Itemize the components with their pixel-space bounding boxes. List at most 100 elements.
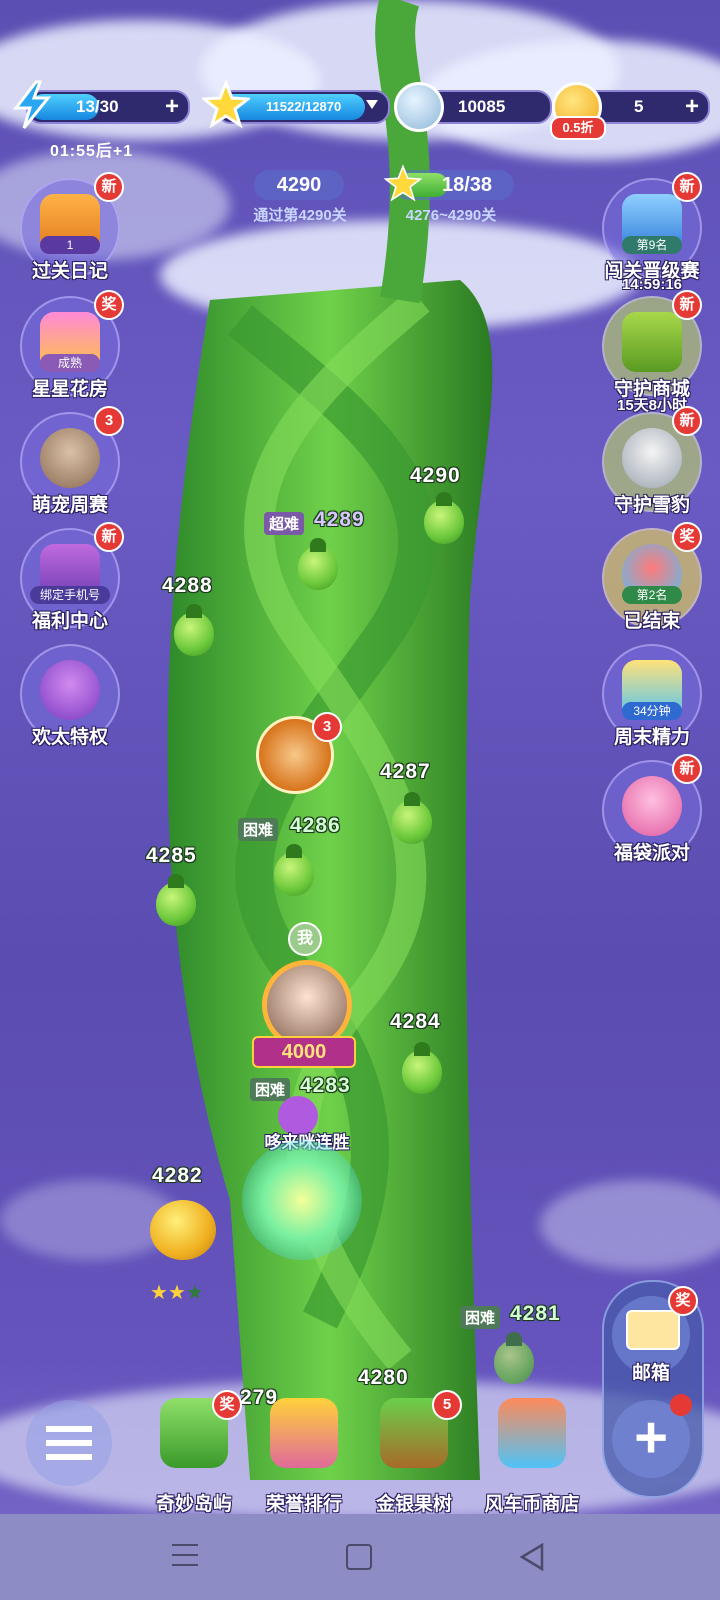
new-badge: 新 [94,172,124,202]
shop-stall-icon [498,1398,566,1468]
level-4287-node[interactable] [392,792,432,844]
level-4290-node[interactable] [424,492,464,544]
new-badge: 新 [94,522,124,552]
wonder-island-label: 奇妙岛屿 [155,1494,232,1515]
level-4285-node[interactable] [156,874,196,926]
count-badge: 3 [94,406,124,436]
notification-dot [670,1394,692,1416]
weekend-energy-button[interactable]: 34分钟 周末精力 [602,644,702,748]
star-range: 4276~4290关 [405,207,497,224]
home-button[interactable] [346,1544,372,1570]
reward-badge: 奖 [212,1390,242,1420]
welfare-center-button[interactable]: 绑定手机号 福利中心 新 [20,522,124,632]
add-energy-button[interactable]: + [160,95,184,119]
level-4284-node[interactable] [402,1042,442,1094]
hamburger-icon [46,1426,92,1460]
guard-leopard-button[interactable]: 守护雪豹 新 [602,406,702,516]
pet-weekly-button[interactable]: 萌宠周赛 3 [20,406,124,516]
level-4290-label: 4290 [410,464,461,487]
bind-phone-tag: 绑定手机号 [30,586,110,604]
discount-badge: 0.5折 [550,116,606,140]
level-4286-label: 4286 [290,814,341,837]
star-greenhouse-button[interactable]: 成熟 星星花房 奖 [20,290,124,400]
difficulty-tag: 困难 [460,1306,501,1329]
chevron-down-icon [366,100,378,109]
current-level-glow[interactable] [242,1140,362,1260]
expand-button[interactable]: + [612,1394,692,1478]
level-4288-node[interactable] [174,604,214,656]
level-4289-label: 4289 [314,508,365,531]
level-4289-node[interactable] [298,538,338,590]
level-4281-label: 4281 [510,1302,561,1325]
level-4286-node[interactable] [274,844,314,896]
honor-ranking-button[interactable]: 荣誉排行 [256,1398,352,1515]
guard-leopard-label: 守护雪豹 [613,495,690,516]
new-badge: 新 [672,290,702,320]
heytap-privilege-label: 欢太特权 [31,727,108,748]
menu-icon [172,1544,198,1566]
energy-timer: 01:55后+1 [50,143,134,160]
star-progress-value: 18/38 [441,174,493,196]
rank-tag: 第9名 [622,236,682,254]
guardian-shop-button[interactable]: 守护商城 15天8小时 新 [602,290,702,414]
envelope-icon [626,1310,680,1350]
recent-apps-button[interactable] [172,1544,202,1570]
tokens-value: 5 [634,97,644,116]
snow-leopard-icon [622,428,682,488]
money-tree-button[interactable]: 金银果树 5 [366,1390,462,1515]
windmill-shop-label: 风车币商店 [484,1494,580,1515]
star-icon [202,80,250,128]
difficulty-tag: 困难 [250,1078,291,1101]
lightning-icon [12,80,52,129]
star-icon: ★ [167,1282,186,1304]
level-4282-node[interactable] [150,1200,216,1260]
chest-count-badge: 3 [312,712,342,742]
back-button[interactable] [518,1542,546,1577]
lucky-bag-label: 福袋派对 [613,843,690,864]
windmill-coin-icon [394,82,444,132]
owl-icon [40,660,100,720]
level-4281-node[interactable] [494,1332,534,1384]
pet-weekly-label: 萌宠周赛 [31,495,108,516]
greenhouse-tag: 成熟 [40,354,100,372]
lucky-bag-button[interactable]: 福袋派对 新 [602,754,702,864]
reward-badge: 奖 [672,522,702,552]
ended-event-label: 已结束 [623,611,681,632]
level-promotion-button[interactable]: 第9名 闯关晋级赛 14:59:16 新 [602,172,702,293]
level-4285-label: 4285 [146,844,197,867]
level-4284-label: 4284 [390,1010,441,1033]
money-tree-label: 金银果树 [375,1494,452,1515]
new-badge: 新 [672,172,702,202]
level-diary-label: 过关日记 [31,261,108,282]
mailbox-label: 邮箱 [631,1363,670,1384]
welfare-center-label: 福利中心 [31,611,108,632]
level-4288-label: 4288 [162,574,213,597]
star-greenhouse-label: 星星花房 [31,379,108,400]
shop-bag-icon [622,312,682,372]
reward-badge: 奖 [668,1286,698,1316]
new-badge: 新 [672,406,702,436]
back-icon [519,1542,544,1572]
new-badge: 新 [672,754,702,784]
count-badge: 5 [432,1390,462,1420]
star-icon [384,164,422,202]
coins-value: 10085 [458,97,506,116]
add-tokens-button[interactable]: + [680,95,704,119]
mailbox-button[interactable]: 邮箱 奖 [612,1286,698,1384]
ended-event-button[interactable]: 第2名 已结束 奖 [602,522,702,632]
level-4287-label: 4287 [380,760,431,783]
level-diary-button[interactable]: 1 过关日记 新 [20,172,124,282]
wonder-island-button[interactable]: 奇妙岛屿 奖 [146,1390,242,1515]
timer-tag: 34分钟 [622,702,682,720]
rank-tag: 第2名 [622,586,682,604]
current-level-pill: 4290 [254,170,344,200]
heytap-privilege-button[interactable]: 欢太特权 [20,644,120,748]
energy-value: 13/30 [76,97,119,116]
main-menu-button[interactable] [26,1400,112,1486]
diary-tag: 1 [40,236,100,254]
player-score-ribbon: 4000 [252,1036,356,1068]
windmill-shop-button[interactable]: 风车币商店 [484,1398,580,1515]
empty-star-icon: ★ [185,1282,204,1304]
level-4282-label: 4282 [152,1164,203,1187]
star-icon: ★ [150,1282,168,1304]
